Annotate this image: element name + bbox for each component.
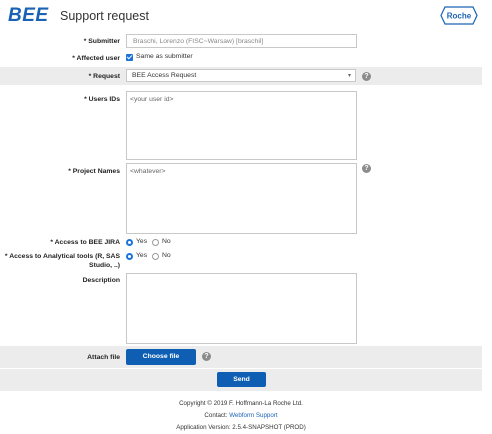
users-ids-textarea[interactable]: <your user id> [126,91,357,160]
access-jira-label: * Access to BEE JIRA [50,239,120,246]
submitter-row: * Submitter Braschi, Lorenzo (FISC~Warsa… [0,31,482,51]
help-icon[interactable]: ? [362,72,371,81]
send-button[interactable]: Send [217,372,266,387]
chevron-down-icon: ▾ [347,73,351,79]
request-selected-value: BEE Access Request [132,72,197,79]
description-label: Description [82,277,120,284]
tools-no-label: No [162,252,171,259]
access-tools-row: * Access to Analytical tools (R, SAS Stu… [0,249,482,273]
attach-label: Attach file [87,354,120,361]
tools-yes-label: Yes [136,252,148,259]
webform-support-link[interactable]: Webform Support [229,412,277,419]
version-text: Application Version: 2.5.4-SNAPSHOT (PRO… [176,424,306,431]
project-names-label: * Project Names [68,168,120,175]
send-row: Send [0,369,482,391]
request-select[interactable]: BEE Access Request ▾ [126,69,356,82]
project-names-textarea[interactable]: <whatever> [126,163,357,234]
help-icon[interactable]: ? [362,164,371,173]
submitter-field[interactable]: Braschi, Lorenzo (FISC~Warsaw) [braschil… [126,34,357,48]
same-as-submitter-checkbox[interactable] [126,54,133,61]
request-label: * Request [88,73,120,80]
svg-text:Roche: Roche [447,12,472,21]
help-icon[interactable]: ? [202,352,211,361]
tools-no-radio[interactable] [152,253,159,260]
contact-prefix: Contact: [204,412,230,419]
attach-row: Attach file Choose file ? [0,346,482,368]
same-as-submitter-label: Same as submitter [136,53,193,60]
users-ids-label: * Users IDs [84,96,120,103]
contact-line: Contact: Webform Support [0,412,482,419]
page-title: Support request [60,9,149,23]
affected-user-label: * Affected user [72,55,120,62]
bee-logo: BEE [8,5,49,26]
users-ids-row: * Users IDs <your user id> [0,87,482,160]
page-header: BEE Support request Roche [0,0,492,34]
copyright-text: Copyright © 2019 F. Hoffmann-La Roche Lt… [179,400,303,407]
description-textarea[interactable] [126,273,357,344]
access-tools-label: * Access to Analytical tools (R, SAS Stu… [4,253,120,269]
request-row: * Request BEE Access Request ▾ ? [0,67,482,85]
jira-yes-label: Yes [136,238,148,245]
tools-yes-radio[interactable] [126,253,133,260]
description-row: Description [0,273,482,345]
jira-no-radio[interactable] [152,239,159,246]
jira-no-label: No [162,238,171,245]
roche-logo: Roche [440,6,478,25]
affected-user-row: * Affected user Same as submitter [0,51,482,67]
submitter-label: * Submitter [83,38,120,45]
jira-yes-radio[interactable] [126,239,133,246]
access-jira-row: * Access to BEE JIRA Yes No [0,235,482,249]
project-names-row: * Project Names <whatever> ? [0,159,482,235]
choose-file-button[interactable]: Choose file [126,349,196,365]
